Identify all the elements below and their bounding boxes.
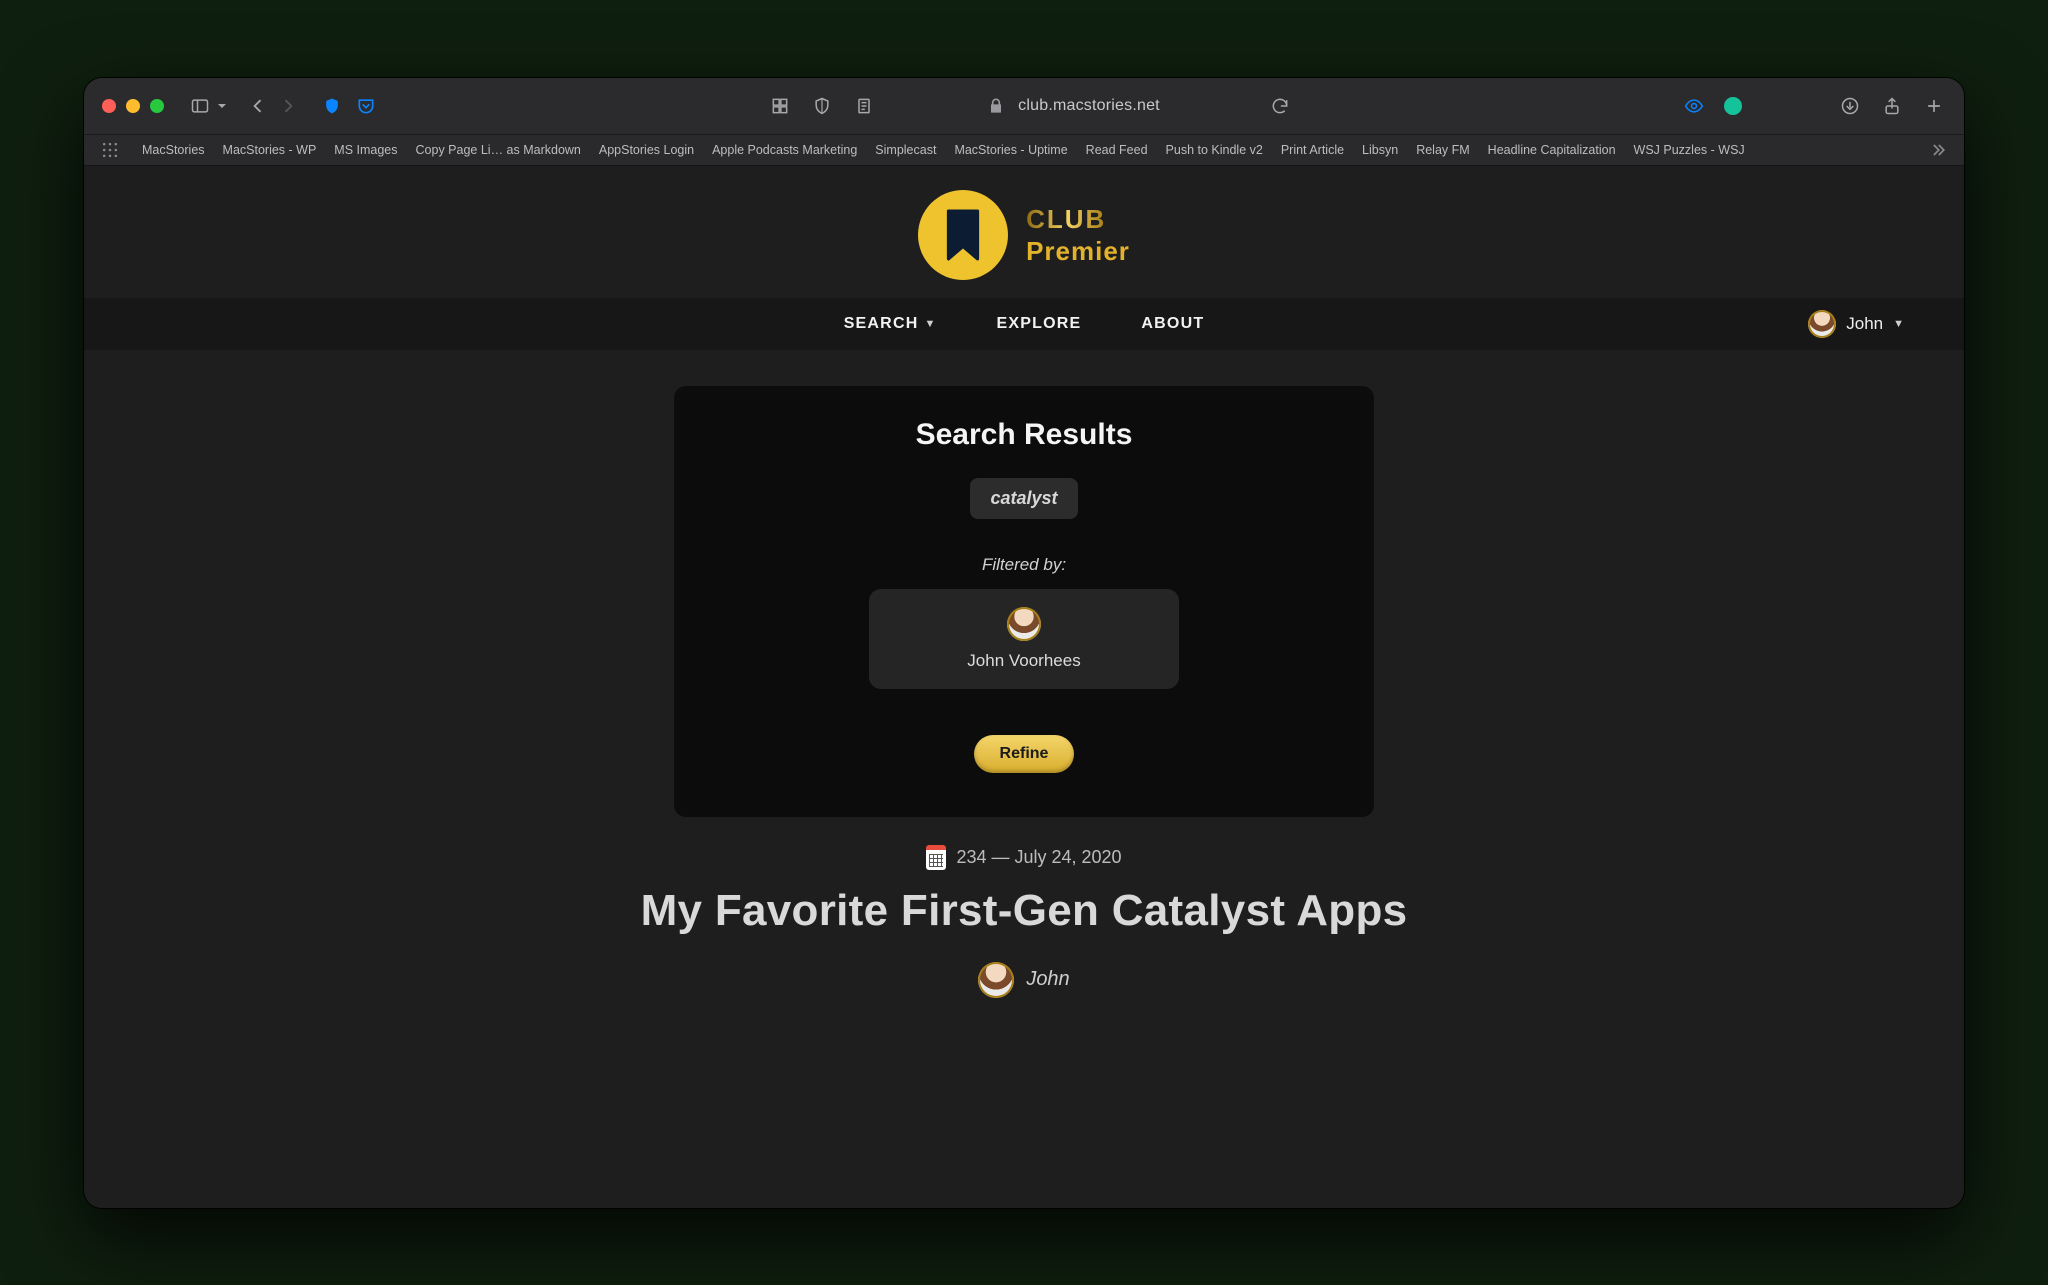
apps-grid-icon[interactable]	[768, 94, 792, 118]
chevron-down-icon	[216, 94, 228, 118]
chevron-down-icon: ▼	[1893, 318, 1904, 330]
bookmark-item[interactable]: Read Feed	[1086, 143, 1148, 157]
bookmark-item[interactable]: Print Article	[1281, 143, 1344, 157]
address-bar[interactable]: club.macstories.net	[984, 94, 1160, 118]
minimize-window-button[interactable]	[126, 99, 140, 113]
nav-search[interactable]: SEARCH ▼	[844, 315, 937, 333]
bookmark-item[interactable]: MacStories - Uptime	[954, 143, 1067, 157]
result-title[interactable]: My Favorite First-Gen Catalyst Apps	[84, 886, 1964, 936]
reload-button[interactable]	[1268, 94, 1292, 118]
result-meta: 234 — July 24, 2020	[84, 845, 1964, 870]
bookmark-item[interactable]: Relay FM	[1416, 143, 1469, 157]
bookmark-item[interactable]: Push to Kindle v2	[1166, 143, 1263, 157]
bookmarks-overflow-button[interactable]	[1926, 138, 1950, 162]
window-controls	[102, 99, 164, 113]
bookmark-logo-icon	[918, 190, 1008, 280]
user-name: John	[1846, 314, 1883, 334]
search-results-panel: Search Results catalyst Filtered by: Joh…	[674, 386, 1374, 817]
bookmark-item[interactable]: Simplecast	[875, 143, 936, 157]
result-issue-date: 234 — July 24, 2020	[956, 847, 1121, 868]
fullscreen-window-button[interactable]	[150, 99, 164, 113]
url-text: club.macstories.net	[1018, 97, 1160, 115]
close-window-button[interactable]	[102, 99, 116, 113]
bookmark-item[interactable]: AppStories Login	[599, 143, 694, 157]
filtered-by-label: Filtered by:	[714, 555, 1334, 575]
result-author-name: John	[1026, 968, 1069, 991]
filter-author-card[interactable]: John Voorhees	[869, 589, 1179, 689]
forward-button[interactable]	[276, 94, 300, 118]
filter-author-name: John Voorhees	[879, 651, 1169, 671]
sidebar-icon	[188, 94, 212, 118]
bookmark-item[interactable]: MacStories	[142, 143, 205, 157]
search-query-pill[interactable]: catalyst	[970, 478, 1077, 519]
browser-window: club.macstories.net	[84, 78, 1964, 1208]
extension-eye-icon[interactable]	[1682, 94, 1706, 118]
bookmark-item[interactable]: MS Images	[334, 143, 397, 157]
extension-shield-icon[interactable]	[320, 94, 344, 118]
panel-heading: Search Results	[714, 418, 1334, 452]
extension-pocket-icon[interactable]	[354, 94, 378, 118]
reader-icon[interactable]	[852, 94, 876, 118]
logo-text: CLUB Premier	[1026, 206, 1130, 264]
refine-button[interactable]: Refine	[974, 735, 1075, 773]
nav-explore[interactable]: EXPLORE	[997, 315, 1082, 333]
bookmark-item[interactable]: Libsyn	[1362, 143, 1398, 157]
lock-icon	[984, 94, 1008, 118]
avatar	[1808, 310, 1836, 338]
privacy-shield-icon[interactable]	[810, 94, 834, 118]
result-author[interactable]: John	[84, 962, 1964, 998]
user-menu[interactable]: John ▼	[1808, 310, 1904, 338]
site-logo[interactable]: CLUB Premier	[84, 166, 1964, 298]
sidebar-toggle-button[interactable]	[188, 94, 228, 118]
calendar-icon	[926, 845, 946, 870]
new-tab-button[interactable]	[1922, 94, 1946, 118]
bookmark-item[interactable]: Headline Capitalization	[1488, 143, 1616, 157]
bookmark-item[interactable]: MacStories - WP	[223, 143, 317, 157]
site-nav-bar: SEARCH ▼ EXPLORE ABOUT John ▼	[84, 298, 1964, 350]
favorites-grid-icon[interactable]	[98, 138, 122, 162]
nav-about[interactable]: ABOUT	[1141, 315, 1204, 333]
back-button[interactable]	[246, 94, 270, 118]
downloads-button[interactable]	[1838, 94, 1862, 118]
bookmark-item[interactable]: Copy Page Li… as Markdown	[416, 143, 581, 157]
titlebar: club.macstories.net	[84, 78, 1964, 135]
bookmarks-bar: MacStories MacStories - WP MS Images Cop…	[84, 135, 1964, 166]
avatar	[978, 962, 1014, 998]
chevron-down-icon: ▼	[924, 318, 936, 330]
bookmark-item[interactable]: Apple Podcasts Marketing	[712, 143, 857, 157]
logo-line-2: Premier	[1026, 238, 1130, 264]
bookmark-item[interactable]: WSJ Puzzles - WSJ	[1634, 143, 1745, 157]
share-button[interactable]	[1880, 94, 1904, 118]
avatar	[1007, 607, 1041, 641]
extension-grammarly-icon[interactable]	[1724, 97, 1742, 115]
logo-line-1: CLUB	[1026, 206, 1130, 232]
page-content: CLUB Premier SEARCH ▼ EXPLORE ABOUT John…	[84, 166, 1964, 1208]
